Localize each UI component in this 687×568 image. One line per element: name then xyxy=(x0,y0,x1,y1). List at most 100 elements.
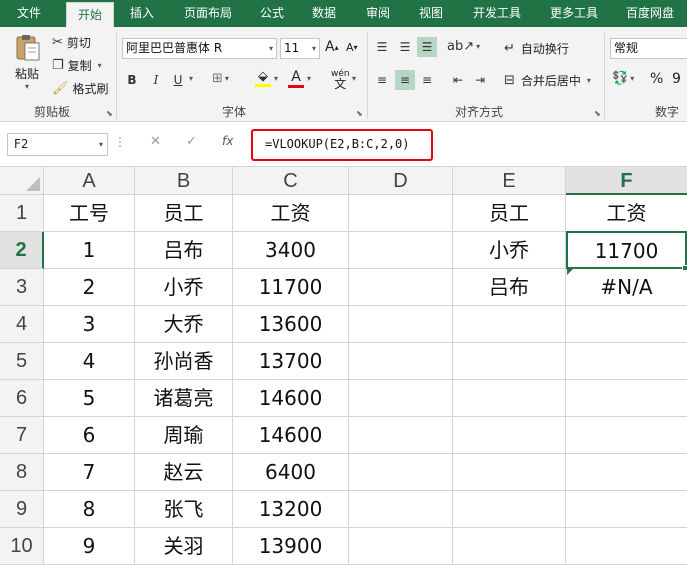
merge-center-button[interactable]: ⊟ 合并后居中 ▾ xyxy=(504,72,591,89)
align-right-button[interactable]: ≡ xyxy=(417,70,437,90)
align-bottom-button[interactable]: ☰ xyxy=(417,37,437,57)
cell-c7[interactable]: 14600 xyxy=(233,417,349,454)
chevron-down-icon[interactable]: ▾ xyxy=(99,134,103,155)
font-color-dropdown-icon[interactable]: ▾ xyxy=(307,74,311,83)
cell-b3[interactable]: 小乔 xyxy=(135,269,233,306)
confirm-formula-button[interactable]: ✓ xyxy=(186,134,197,149)
cell-a7[interactable]: 6 xyxy=(44,417,135,454)
cell-f10[interactable] xyxy=(566,528,687,565)
tab-page-layout[interactable]: 页面布局 xyxy=(174,0,242,27)
decrease-indent-button[interactable]: ⇤ xyxy=(448,70,468,90)
cell-c2[interactable]: 3400 xyxy=(233,232,349,269)
formula-input[interactable]: =VLOOKUP(E2,B:C,2,0) xyxy=(251,129,433,161)
cell-e8[interactable] xyxy=(453,454,566,491)
align-middle-button[interactable]: ☰ xyxy=(395,37,415,57)
cell-a2[interactable]: 1 xyxy=(44,232,135,269)
copy-dropdown-icon[interactable]: ▾ xyxy=(98,61,102,70)
cell-f7[interactable] xyxy=(566,417,687,454)
cell-b1[interactable]: 员工 xyxy=(135,195,233,232)
font-launcher-icon[interactable]: ⬊ xyxy=(356,109,363,118)
paste-button[interactable]: 粘贴 ▾ xyxy=(10,33,44,91)
wrap-text-button[interactable]: ↵ 自动换行 xyxy=(504,40,569,57)
row-header[interactable]: 3 xyxy=(0,269,44,306)
phonetic-button[interactable]: wén 文 xyxy=(331,69,350,90)
percent-button[interactable]: % xyxy=(650,71,663,87)
align-center-button[interactable]: ≡ xyxy=(395,70,415,90)
cell-b6[interactable]: 诸葛亮 xyxy=(135,380,233,417)
cell-f5[interactable] xyxy=(566,343,687,380)
cell-f3[interactable]: #N/A xyxy=(566,269,687,306)
cell-c8[interactable]: 6400 xyxy=(233,454,349,491)
cell-a9[interactable]: 8 xyxy=(44,491,135,528)
comma-style-button[interactable]: 9 xyxy=(672,71,681,87)
cell-c5[interactable]: 13700 xyxy=(233,343,349,380)
fill-color-button[interactable]: ⬙ xyxy=(255,70,271,87)
underline-dropdown-icon[interactable]: ▾ xyxy=(189,74,193,83)
font-name-select[interactable]: 阿里巴巴普惠体 R ▾ xyxy=(122,38,277,59)
cell-d10[interactable] xyxy=(349,528,453,565)
tab-developer[interactable]: 开发工具 xyxy=(464,0,530,27)
cell-c10[interactable]: 13900 xyxy=(233,528,349,565)
align-top-button[interactable]: ☰ xyxy=(372,37,392,57)
phonetic-dropdown-icon[interactable]: ▾ xyxy=(352,74,356,83)
cell-a6[interactable]: 5 xyxy=(44,380,135,417)
cut-button[interactable]: ✂ 剪切 xyxy=(52,34,91,51)
row-header[interactable]: 8 xyxy=(0,454,44,491)
accounting-format-button[interactable]: 💱 ▾ xyxy=(612,72,634,85)
row-header[interactable]: 7 xyxy=(0,417,44,454)
cell-f4[interactable] xyxy=(566,306,687,343)
cell-f8[interactable] xyxy=(566,454,687,491)
cell-b10[interactable]: 关羽 xyxy=(135,528,233,565)
cell-e10[interactable] xyxy=(453,528,566,565)
format-painter-button[interactable]: 🖌 格式刷 xyxy=(52,80,109,97)
error-indicator-icon[interactable] xyxy=(567,269,573,275)
tab-more-tools[interactable]: 更多工具 xyxy=(541,0,607,27)
cell-f2[interactable]: 11700 xyxy=(566,231,687,269)
tab-file[interactable]: 文件 xyxy=(4,0,54,27)
tab-view[interactable]: 视图 xyxy=(411,0,451,27)
row-header[interactable]: 6 xyxy=(0,380,44,417)
tab-baidu-netdisk[interactable]: 百度网盘 xyxy=(617,0,683,27)
column-header-f[interactable]: F xyxy=(566,167,687,195)
tab-review[interactable]: 审阅 xyxy=(358,0,398,27)
tab-formulas[interactable]: 公式 xyxy=(252,0,292,27)
cell-d4[interactable] xyxy=(349,306,453,343)
font-color-button[interactable]: A xyxy=(288,69,304,88)
increase-indent-button[interactable]: ⇥ xyxy=(470,70,490,90)
cell-d8[interactable] xyxy=(349,454,453,491)
cell-f6[interactable] xyxy=(566,380,687,417)
cell-d5[interactable] xyxy=(349,343,453,380)
cell-c1[interactable]: 工资 xyxy=(233,195,349,232)
font-size-select[interactable]: 11 ▾ xyxy=(280,38,320,59)
tab-data[interactable]: 数据 xyxy=(304,0,344,27)
paste-dropdown-icon[interactable]: ▾ xyxy=(25,82,29,91)
cell-e3[interactable]: 吕布 xyxy=(453,269,566,306)
cell-a5[interactable]: 4 xyxy=(44,343,135,380)
shrink-font-button[interactable]: A ▾ xyxy=(346,41,358,54)
cell-d7[interactable] xyxy=(349,417,453,454)
cell-b5[interactable]: 孙尚香 xyxy=(135,343,233,380)
cell-e2[interactable]: 小乔 xyxy=(453,232,566,269)
number-format-select[interactable]: 常规 xyxy=(610,38,687,59)
clipboard-launcher-icon[interactable]: ⬊ xyxy=(106,109,113,118)
row-header[interactable]: 1 xyxy=(0,195,44,232)
cell-d3[interactable] xyxy=(349,269,453,306)
row-header[interactable]: 5 xyxy=(0,343,44,380)
cancel-formula-button[interactable]: ✕ xyxy=(150,134,161,149)
cell-f9[interactable] xyxy=(566,491,687,528)
cell-c3[interactable]: 11700 xyxy=(233,269,349,306)
cell-f1[interactable]: 工资 xyxy=(566,195,687,232)
column-header-e[interactable]: E xyxy=(453,167,566,195)
cell-a4[interactable]: 3 xyxy=(44,306,135,343)
cell-b9[interactable]: 张飞 xyxy=(135,491,233,528)
cell-e7[interactable] xyxy=(453,417,566,454)
cell-c4[interactable]: 13600 xyxy=(233,306,349,343)
cell-e1[interactable]: 员工 xyxy=(453,195,566,232)
formula-bar-grip-icon[interactable]: ⋮ xyxy=(114,135,127,149)
copy-button[interactable]: ❐ 复制 ▾ xyxy=(52,57,102,74)
cell-e5[interactable] xyxy=(453,343,566,380)
column-header-c[interactable]: C xyxy=(233,167,349,195)
bold-button[interactable]: B xyxy=(122,70,142,90)
underline-button[interactable]: U xyxy=(168,70,188,90)
fill-dropdown-icon[interactable]: ▾ xyxy=(274,74,278,83)
